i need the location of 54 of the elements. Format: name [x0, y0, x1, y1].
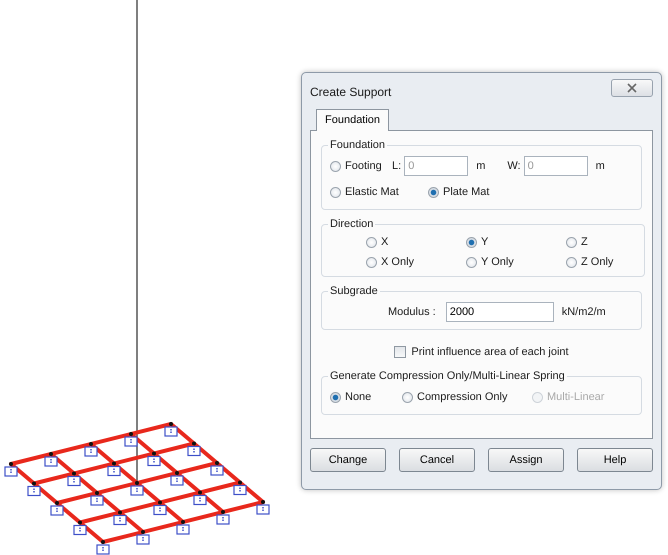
radio-button[interactable]: [466, 236, 477, 248]
radio-button[interactable]: [566, 256, 577, 268]
radio-option[interactable]: Footing: [330, 160, 392, 172]
radio-button[interactable]: [366, 236, 377, 248]
radio-button[interactable]: [466, 256, 477, 268]
option-label: Elastic Mat: [345, 186, 399, 198]
radio-option[interactable]: Y: [466, 236, 566, 248]
radio-option[interactable]: Elastic Mat: [330, 186, 428, 198]
group-title: Foundation: [329, 139, 386, 151]
option-label: X: [381, 236, 388, 248]
option-label: Multi-Linear: [547, 391, 604, 403]
radio-button[interactable]: [428, 186, 439, 198]
radio-option[interactable]: None: [330, 391, 402, 403]
option-label: None: [345, 391, 372, 403]
radio-option[interactable]: Y Only: [466, 256, 566, 268]
radio-option[interactable]: Plate Mat: [428, 186, 526, 198]
field-label: W:: [507, 160, 521, 172]
radio-button[interactable]: [366, 256, 377, 268]
group-title: Generate Compression Only/Multi-Linear Spring: [329, 370, 566, 382]
radio-option[interactable]: X: [366, 236, 466, 248]
radio-option[interactable]: Z: [566, 236, 636, 248]
checkbox[interactable]: [394, 346, 406, 358]
unit-label: m: [476, 160, 486, 172]
option-label: Plate Mat: [443, 186, 490, 198]
option-label: Y: [481, 236, 488, 248]
radio-option[interactable]: Compression Only: [402, 391, 532, 403]
radio-button[interactable]: [566, 236, 577, 248]
dialog-button[interactable]: Change: [310, 448, 386, 472]
option-label: Y Only: [481, 256, 514, 268]
unit-label: m: [596, 160, 605, 172]
radio-option[interactable]: Z Only: [566, 256, 636, 268]
close-icon: [627, 83, 637, 93]
dialog-button[interactable]: Cancel: [399, 448, 475, 472]
group-title: Subgrade: [329, 285, 379, 297]
dialog-button[interactable]: Assign: [488, 448, 564, 472]
radio-button[interactable]: [330, 392, 341, 402]
group-title: Direction: [329, 218, 374, 230]
field-label: Modulus :: [388, 306, 436, 318]
radio-button[interactable]: [330, 160, 341, 172]
radio-button[interactable]: [330, 186, 341, 198]
close-button[interactable]: [611, 79, 653, 97]
field-label: L:: [392, 160, 402, 172]
dialog-button[interactable]: Help: [577, 448, 653, 472]
radio-option[interactable]: X Only: [366, 256, 466, 268]
option-label: X Only: [381, 256, 414, 268]
option-label: Compression Only: [417, 391, 508, 403]
window-title: Create Support: [310, 85, 392, 99]
option-label: Footing: [345, 160, 382, 172]
tab[interactable]: Foundation: [316, 109, 390, 131]
option-label: Z: [581, 236, 588, 248]
modulus-field[interactable]: 2000: [446, 302, 554, 322]
unit-label: kN/m2/m: [562, 306, 606, 318]
radio-button[interactable]: [402, 392, 413, 402]
option-label: Z Only: [581, 256, 614, 268]
